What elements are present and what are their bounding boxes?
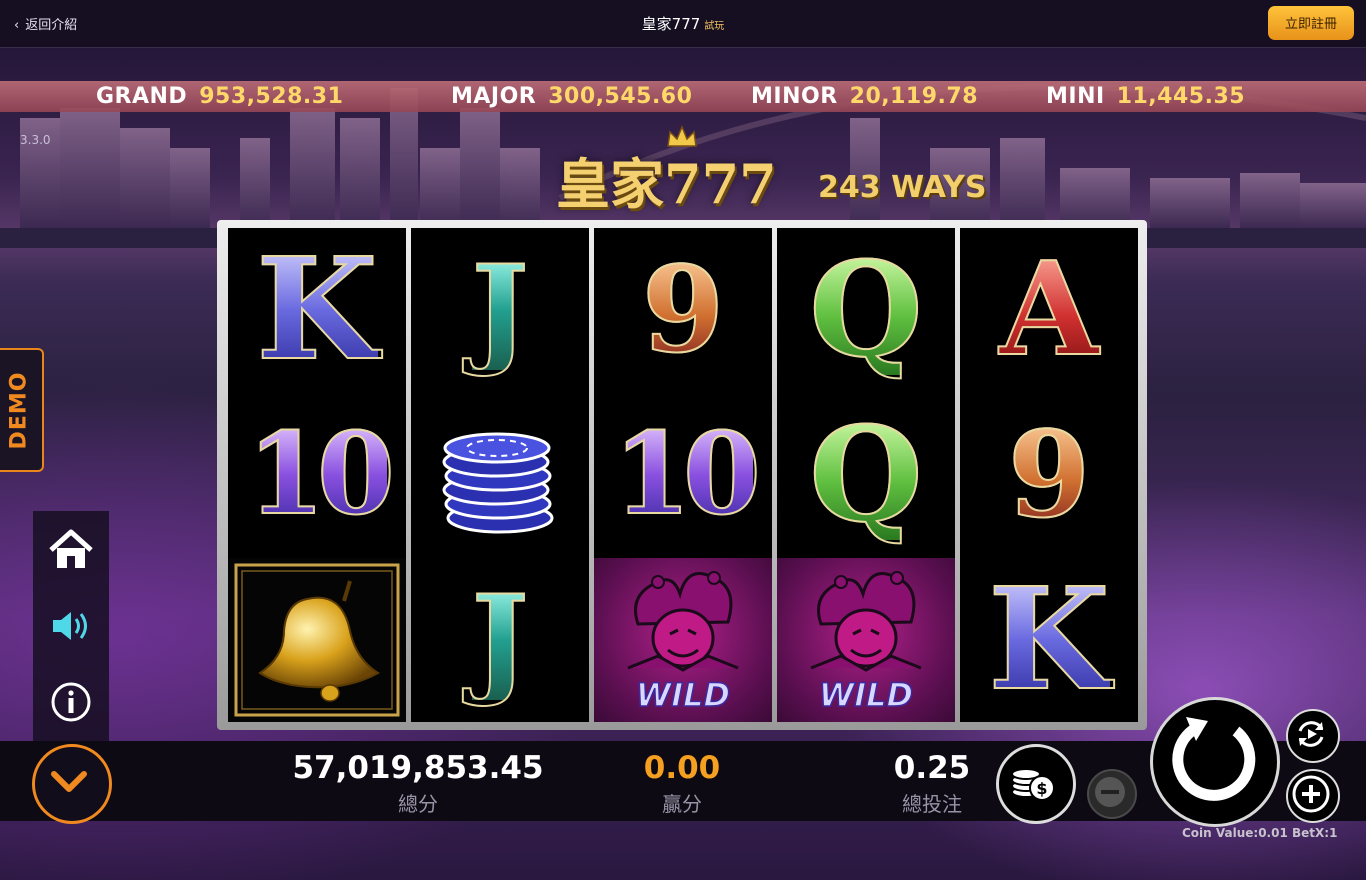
- jackpot-mini: MINI 11,445.35: [1046, 81, 1245, 112]
- symbol-J: J: [471, 569, 530, 710]
- balance-value: 57,019,853.45: [292, 750, 544, 786]
- symbol-chips: [411, 393, 589, 557]
- reels: K 10 J J 9 10 WILD Q Q WILD A 9 K: [228, 228, 1138, 722]
- bell-icon: [234, 563, 400, 717]
- symbol-Q: Q: [808, 233, 923, 386]
- symbol-10: 10: [246, 409, 396, 540]
- win-value: 0.00: [643, 750, 721, 786]
- balance-label: 總分: [398, 792, 438, 816]
- game-logo-name: 皇家777: [556, 152, 777, 216]
- symbol-J: J: [471, 239, 530, 380]
- page-title-text: 皇家777: [641, 15, 701, 33]
- jackpot-minor: MINOR 20,119.78: [751, 81, 978, 112]
- symbol-wild: WILD: [594, 558, 772, 722]
- jester-icon: [627, 571, 739, 672]
- page-title: 皇家777 試玩: [0, 13, 1366, 34]
- side-menu: [33, 511, 109, 741]
- coin-info: Coin Value:0.01 BetX:1: [1182, 826, 1338, 840]
- demo-tab-label: DEMO: [6, 371, 32, 450]
- svg-text:$: $: [1036, 779, 1047, 798]
- jackpot-grand-label: GRAND: [96, 84, 188, 109]
- decrease-bet-button[interactable]: [1087, 769, 1137, 819]
- reel-2: J J: [411, 228, 589, 722]
- reel-1: K 10: [228, 228, 406, 722]
- autospin-button[interactable]: [1286, 709, 1340, 763]
- jackpot-mini-value: 11,445.35: [1116, 84, 1246, 109]
- symbol-Q: Q: [808, 398, 923, 551]
- symbol-10: 10: [612, 409, 762, 540]
- info-icon: [51, 682, 91, 722]
- jackpot-major-label: MAJOR: [451, 84, 537, 109]
- jackpot-grand: GRAND 953,528.31: [96, 81, 343, 112]
- coins-icon: $: [1011, 768, 1055, 801]
- version-label: 3.3.0: [20, 133, 51, 147]
- page-title-sub: 試玩: [704, 21, 725, 32]
- sound-button[interactable]: [33, 591, 109, 661]
- reel-3: 9 10 WILD: [594, 228, 772, 722]
- increase-bet-button[interactable]: [1286, 769, 1340, 823]
- symbol-9: 9: [641, 240, 725, 379]
- symbol-K: K: [987, 558, 1111, 722]
- menu-toggle-button[interactable]: [32, 744, 112, 824]
- game-logo-ways: 243 WAYS: [818, 170, 987, 205]
- spin-arrow-icon: [1172, 717, 1256, 801]
- wild-label: WILD: [818, 675, 914, 715]
- coin-value-button[interactable]: $: [996, 744, 1076, 824]
- demo-tab: DEMO: [0, 348, 44, 472]
- jester-icon: [810, 571, 922, 672]
- autospin-icon: [1298, 721, 1324, 747]
- register-button[interactable]: 立即註冊: [1268, 6, 1354, 40]
- minus-icon: [1095, 777, 1125, 807]
- home-icon: [49, 529, 93, 568]
- win-label: 贏分: [662, 792, 702, 816]
- total-bet-value: 0.25: [893, 750, 971, 786]
- wild-label: WILD: [635, 675, 731, 715]
- symbol-K: K: [255, 228, 379, 392]
- poker-chips-icon: [442, 432, 554, 534]
- top-bar: ‹ 返回介紹 皇家777 試玩 立即註冊: [0, 0, 1366, 48]
- home-button[interactable]: [33, 515, 109, 585]
- jackpot-minor-value: 20,119.78: [849, 84, 979, 109]
- chevron-down-icon: [51, 771, 87, 792]
- jackpot-minor-label: MINOR: [751, 84, 838, 109]
- speaker-icon: [53, 612, 87, 640]
- spin-button[interactable]: [1150, 697, 1280, 827]
- jackpot-mini-label: MINI: [1046, 84, 1105, 109]
- total-bet-label: 總投注: [902, 792, 962, 816]
- jackpot-major: MAJOR 300,545.60: [451, 81, 692, 112]
- symbol-bell: [228, 558, 406, 722]
- jackpot-major-value: 300,545.60: [548, 84, 693, 109]
- reel-4: Q Q WILD: [777, 228, 955, 722]
- jackpot-grand-value: 953,528.31: [199, 84, 344, 109]
- symbol-A: A: [998, 235, 1099, 385]
- reel-5: A 9 K: [960, 228, 1138, 722]
- symbol-9: 9: [1007, 405, 1091, 544]
- info-button[interactable]: [33, 667, 109, 737]
- symbol-wild: WILD: [777, 558, 955, 722]
- plus-icon: [1292, 775, 1330, 813]
- jackpot-bar: GRAND 953,528.31 MAJOR 300,545.60 MINOR 20,…: [0, 81, 1366, 112]
